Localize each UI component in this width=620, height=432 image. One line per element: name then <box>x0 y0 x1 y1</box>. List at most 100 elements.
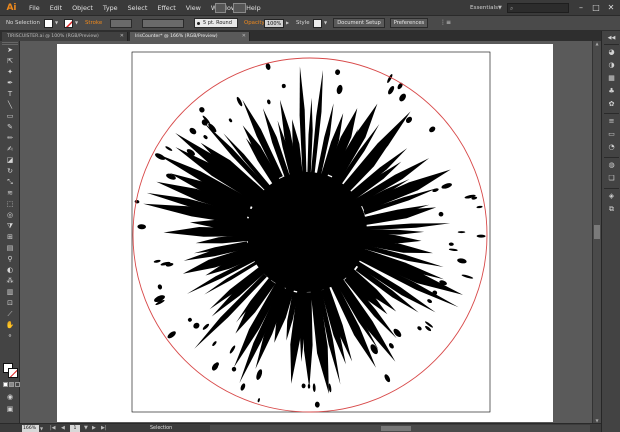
current-tool-status[interactable]: Selection <box>150 424 172 432</box>
close-tab-icon[interactable]: ✕ <box>120 32 124 41</box>
scroll-up-icon[interactable]: ▲ <box>593 41 601 46</box>
menu-file[interactable]: File <box>24 0 45 16</box>
canvas-area[interactable] <box>20 41 601 423</box>
bridge-icon[interactable] <box>215 3 226 13</box>
magic-wand-tool-icon[interactable]: ✦ <box>4 68 16 77</box>
type-tool-icon[interactable]: T <box>4 90 16 99</box>
chevron-right-icon[interactable]: ▶ <box>286 16 289 30</box>
artboard-number-field[interactable]: 1 <box>70 425 80 432</box>
stroke-swatch[interactable] <box>8 368 18 378</box>
horizontal-scrollbar[interactable] <box>210 425 590 432</box>
symbol-sprayer-tool-icon[interactable]: ⁂ <box>4 277 16 286</box>
gradient-mode-icon[interactable] <box>9 382 14 387</box>
stroke-panel-icon[interactable]: ≡ <box>606 117 617 126</box>
free-transform-tool-icon[interactable]: ⬚ <box>4 200 16 209</box>
pencil-tool-icon[interactable]: ✏ <box>4 134 16 143</box>
maximize-button[interactable]: □ <box>589 1 603 14</box>
vertical-scrollbar[interactable]: ▲ ▼ <box>592 41 601 423</box>
menu-type[interactable]: Type <box>98 0 123 16</box>
chevron-down-icon[interactable]: ▼ <box>84 424 88 432</box>
scale-tool-icon[interactable]: ⤡ <box>4 178 16 187</box>
previous-artboard-icon[interactable]: ◀ <box>61 424 65 432</box>
close-button[interactable]: ✕ <box>604 1 618 14</box>
stroke-label[interactable]: Stroke <box>85 16 102 30</box>
screen-mode-icon[interactable]: ▣ <box>4 405 16 414</box>
minimize-button[interactable]: – <box>574 1 588 14</box>
brush-definition-dropdown[interactable]: 5 pt. Round <box>194 18 238 28</box>
graph-tool-icon[interactable]: ▥ <box>4 288 16 297</box>
chevron-down-icon[interactable]: ▼ <box>324 16 327 30</box>
stroke-weight-field[interactable] <box>110 19 132 28</box>
hand-tool-icon[interactable]: ✋ <box>4 321 16 330</box>
variable-width-profile[interactable] <box>142 19 184 28</box>
chevron-down-icon[interactable]: ▼ <box>75 16 78 30</box>
paintbrush-tool-icon[interactable]: ✎ <box>4 123 16 132</box>
document-setup-button[interactable]: Document Setup <box>333 18 385 28</box>
workspace-switcher[interactable]: Essentials <box>470 0 498 16</box>
menu-effect[interactable]: Effect <box>152 0 180 16</box>
artboard[interactable] <box>57 44 553 422</box>
layers-icon[interactable]: ◈ <box>606 192 617 201</box>
perspective-tool-icon[interactable]: ⧩ <box>4 222 16 231</box>
iris-fleck <box>231 366 237 372</box>
artboard-tool-icon[interactable]: ⊡ <box>4 299 16 308</box>
scroll-thumb[interactable] <box>381 426 411 431</box>
collapse-panels-icon[interactable]: ◀◀ <box>606 34 617 43</box>
shape-builder-tool-icon[interactable]: ◎ <box>4 211 16 220</box>
menu-edit[interactable]: Edit <box>45 0 67 16</box>
brushes-icon[interactable]: ♣ <box>606 87 617 96</box>
color-guide-icon[interactable]: ◑ <box>606 61 617 70</box>
swatches-icon[interactable]: ▦ <box>606 74 617 83</box>
rotate-tool-icon[interactable]: ↻ <box>4 167 16 176</box>
arrange-icon[interactable]: ⋮≡ <box>440 16 451 30</box>
fill-color-swatch[interactable] <box>44 19 53 28</box>
transparency-icon[interactable]: ◔ <box>606 143 617 152</box>
chevron-down-icon[interactable]: ▼ <box>498 0 502 16</box>
color-panel-icon[interactable]: ◕ <box>606 48 617 57</box>
tab-document-1[interactable]: TIRISCUISTER.ai @ 100% (RGB/Preview) ✕ <box>2 32 128 41</box>
opacity-field[interactable]: 100% <box>264 19 284 28</box>
stroke-color-swatch[interactable] <box>64 19 73 28</box>
menu-select[interactable]: Select <box>123 0 153 16</box>
symbols-icon[interactable]: ✿ <box>606 100 617 109</box>
close-tab-icon[interactable]: ✕ <box>242 32 246 41</box>
rectangle-tool-icon[interactable]: ▭ <box>4 112 16 121</box>
opacity-label[interactable]: Opacity <box>244 16 265 30</box>
last-artboard-icon[interactable]: ▶| <box>101 424 107 432</box>
search-input[interactable]: ⌕ <box>507 3 569 13</box>
style-label: Style <box>296 20 310 26</box>
slice-tool-icon[interactable]: ⟋ <box>4 310 16 319</box>
menu-view[interactable]: View <box>181 0 206 16</box>
gradient-tool-icon[interactable]: ▤ <box>4 244 16 253</box>
blob-brush-tool-icon[interactable]: ✍ <box>4 145 16 154</box>
menu-object[interactable]: Object <box>67 0 98 16</box>
graphic-style-swatch[interactable] <box>313 19 322 28</box>
line-tool-icon[interactable]: ╲ <box>4 101 16 110</box>
pen-tool-icon[interactable]: ✒ <box>4 79 16 88</box>
mesh-tool-icon[interactable]: ⊞ <box>4 233 16 242</box>
graphic-styles-icon[interactable]: ❏ <box>606 174 617 183</box>
selection-tool-icon[interactable]: ➤ <box>4 46 16 55</box>
artboards-icon[interactable]: ⧉ <box>606 205 617 214</box>
zoom-tool-icon[interactable]: ⚬ <box>4 332 16 341</box>
eyedropper-tool-icon[interactable]: ⚲ <box>4 255 16 264</box>
panel-grip[interactable] <box>2 42 18 45</box>
zoom-field[interactable]: 166% <box>22 425 39 432</box>
chevron-down-icon[interactable]: ▼ <box>55 16 58 30</box>
tab-document-2[interactable]: IrisCounter* @ 166% (RGB/Preview) ✕ <box>130 32 250 41</box>
preferences-button[interactable]: Preferences <box>390 18 428 28</box>
color-mode-icon[interactable] <box>3 382 8 387</box>
next-artboard-icon[interactable]: ▶ <box>92 424 96 432</box>
arrange-documents-icon[interactable] <box>233 3 246 13</box>
first-artboard-icon[interactable]: |◀ <box>50 424 56 432</box>
chevron-down-icon[interactable]: ▼ <box>40 424 43 432</box>
eraser-tool-icon[interactable]: ◪ <box>4 156 16 165</box>
iris-fleck <box>399 93 406 102</box>
blend-tool-icon[interactable]: ◐ <box>4 266 16 275</box>
width-tool-icon[interactable]: ≋ <box>4 189 16 198</box>
drawing-mode-icon[interactable]: ◉ <box>4 393 16 402</box>
appearance-icon[interactable]: ◍ <box>606 161 617 170</box>
scroll-thumb[interactable] <box>594 225 600 239</box>
gradient-panel-icon[interactable]: ▭ <box>606 130 617 139</box>
direct-selection-tool-icon[interactable]: ⇱ <box>4 57 16 66</box>
